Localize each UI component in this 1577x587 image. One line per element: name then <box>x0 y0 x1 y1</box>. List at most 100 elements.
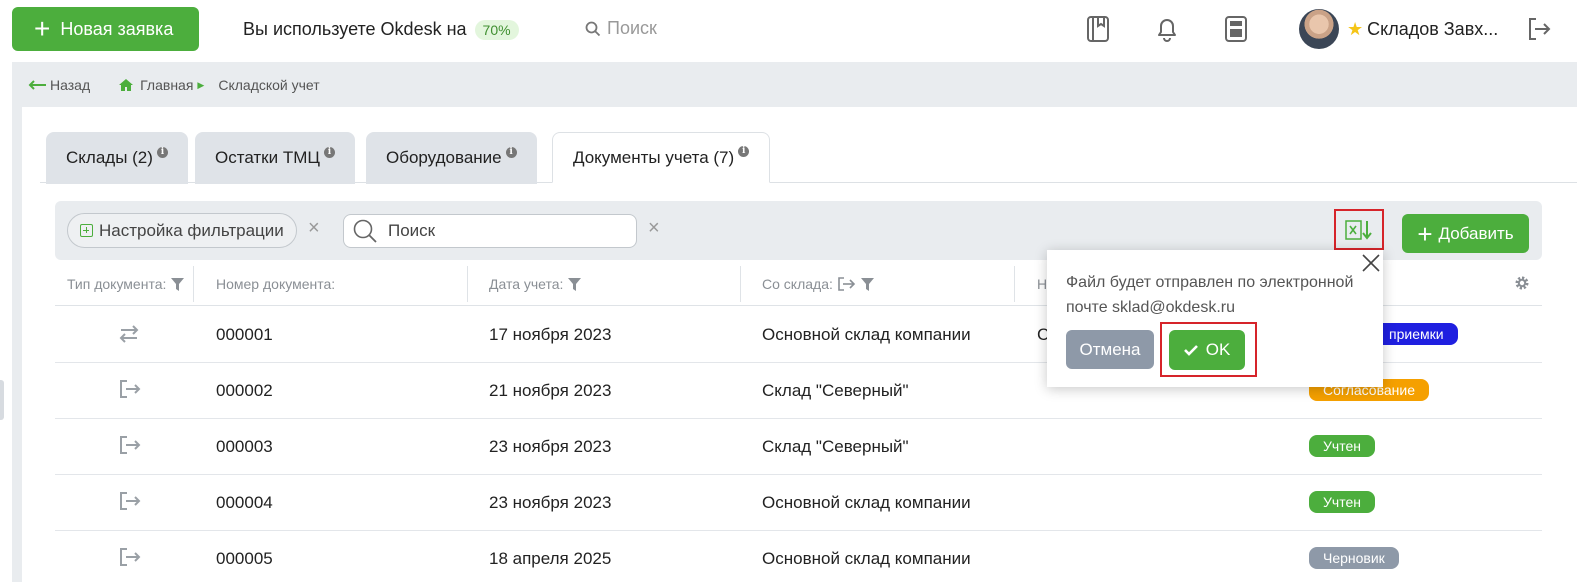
filter-settings-button[interactable]: Настройка фильтрации <box>67 213 297 248</box>
info-icon[interactable]: i <box>505 146 517 158</box>
tab-label: Оборудование <box>386 148 502 167</box>
back-link[interactable]: Назад <box>28 77 90 93</box>
tab-accounting-documents[interactable]: Документы учета (7) i <box>552 132 771 183</box>
documents-search-input[interactable]: Поиск <box>343 214 637 248</box>
caret-right-icon: ▶ <box>197 79 205 90</box>
column-header-to-warehouse[interactable]: Н <box>1037 276 1047 292</box>
column-header-label: Номер документа: <box>216 276 336 292</box>
sidebar-handle[interactable] <box>0 380 4 420</box>
export-excel-button[interactable] <box>1334 209 1384 250</box>
popup-message: Файл будет отправлен по электронной почт… <box>1066 274 1354 316</box>
home-label: Главная <box>140 77 194 93</box>
column-divider <box>193 266 194 302</box>
checkmark-icon <box>1183 345 1198 356</box>
table-row[interactable]: 000003 23 ноября 2023 Склад "Северный" У… <box>55 419 1542 475</box>
export-confirm-popup: Файл будет отправлен по электронной почт… <box>1047 250 1383 387</box>
from-warehouse: Основной склад компании <box>762 493 971 512</box>
column-header-number[interactable]: Номер документа: <box>216 276 335 292</box>
info-icon[interactable]: i <box>323 146 335 158</box>
filter-icon[interactable] <box>860 277 874 291</box>
global-search-placeholder: Поиск <box>607 18 657 38</box>
column-divider <box>1014 266 1015 302</box>
add-button[interactable]: + Добавить <box>1402 214 1529 253</box>
table-row[interactable]: 000005 18 апреля 2025 Основной склад ком… <box>55 531 1542 587</box>
outgoing-icon <box>120 436 141 454</box>
filter-icon[interactable] <box>568 277 582 291</box>
column-divider <box>740 266 741 302</box>
home-icon <box>119 79 134 91</box>
document-number: 000001 <box>216 325 273 344</box>
transfer-icon <box>119 325 139 343</box>
cancel-button[interactable]: Отмена <box>1066 330 1154 369</box>
document-number: 000003 <box>216 437 273 456</box>
from-warehouse: Основной склад компании <box>762 325 971 344</box>
from-warehouse: Основной склад компании <box>762 549 971 568</box>
column-header-date[interactable]: Дата учета: <box>489 276 582 292</box>
column-header-label: Тип документа: <box>67 276 167 292</box>
tab-label: Документы учета (7) <box>573 147 735 167</box>
ok-button[interactable]: OK <box>1169 330 1245 370</box>
search-icon <box>585 21 601 36</box>
document-number: 000004 <box>216 493 273 512</box>
document-number: 000002 <box>216 381 273 400</box>
gear-icon[interactable] <box>1514 275 1530 291</box>
add-filter-icon <box>80 224 93 237</box>
outgoing-icon <box>120 548 141 566</box>
from-warehouse: Склад "Северный" <box>762 437 909 456</box>
status-badge: Учтен <box>1309 491 1375 513</box>
table-row[interactable]: 000004 23 ноября 2023 Основной склад ком… <box>55 475 1542 531</box>
calculator-icon[interactable] <box>1222 14 1250 44</box>
column-divider <box>467 266 468 302</box>
usage-percent-badge: 70% <box>474 19 519 40</box>
status-badge: Черновик <box>1309 547 1399 569</box>
plus-icon: + <box>1417 218 1433 249</box>
usage-text: Вы используете Okdesk на <box>243 19 467 39</box>
info-icon[interactable]: i <box>156 146 168 158</box>
arrow-left-icon <box>28 80 46 90</box>
outgoing-icon <box>120 492 141 510</box>
usage-info: Вы используете Okdesk на 70% <box>243 19 519 40</box>
tab-warehouses[interactable]: Склады (2) i <box>46 132 188 184</box>
filter-icon[interactable] <box>171 277 185 291</box>
info-icon[interactable]: i <box>738 146 750 157</box>
user-name: Складов Завх... <box>1367 18 1499 39</box>
new-request-button[interactable]: + Новая заявка <box>12 7 199 51</box>
user-menu[interactable]: ★ Складов Завх... <box>1283 4 1499 54</box>
document-number: 000005 <box>216 549 273 568</box>
export-arrow-icon <box>838 277 856 291</box>
column-header-from-warehouse[interactable]: Со склада: <box>762 276 874 292</box>
tab-label: Остатки ТМЦ <box>215 148 320 167</box>
new-request-label: Новая заявка <box>60 18 174 39</box>
outgoing-icon <box>120 380 141 398</box>
document-date: 23 ноября 2023 <box>489 437 612 456</box>
top-bar: + Новая заявка Вы используете Okdesk на … <box>0 0 1577 62</box>
add-label: Добавить <box>1438 223 1514 243</box>
ok-label: OK <box>1205 340 1231 359</box>
column-header-type[interactable]: Тип документа: <box>67 276 185 292</box>
column-header-label: Со склада: <box>762 276 833 292</box>
clear-filter-icon[interactable]: × <box>308 218 320 238</box>
cancel-label: Отмена <box>1079 339 1141 359</box>
plus-icon: + <box>34 13 51 44</box>
home-link[interactable]: Главная <box>118 77 193 93</box>
star-icon: ★ <box>1347 18 1364 39</box>
document-date: 18 апреля 2025 <box>489 549 612 568</box>
search-placeholder: Поиск <box>388 221 436 240</box>
column-header-label: Н <box>1037 276 1048 292</box>
tab-stock-balances[interactable]: Остатки ТМЦ i <box>195 132 355 184</box>
back-label: Назад <box>50 77 91 93</box>
close-icon[interactable] <box>1360 252 1382 274</box>
global-search[interactable]: Поиск <box>585 18 657 39</box>
book-icon[interactable] <box>1084 14 1112 44</box>
breadcrumb: Назад Главная ▶ Складской учет <box>28 77 320 93</box>
logout-icon[interactable] <box>1526 16 1552 42</box>
document-date: 17 ноября 2023 <box>489 325 612 344</box>
excel-download-icon <box>1345 219 1372 240</box>
status-badge: приемки <box>1375 323 1458 345</box>
breadcrumb-current: Складской учет <box>218 77 320 93</box>
tab-equipment[interactable]: Оборудование i <box>366 132 537 184</box>
clear-search-icon[interactable]: × <box>648 218 660 238</box>
bell-icon[interactable] <box>1153 14 1181 44</box>
from-warehouse: Склад "Северный" <box>762 381 909 400</box>
document-date: 23 ноября 2023 <box>489 493 612 512</box>
